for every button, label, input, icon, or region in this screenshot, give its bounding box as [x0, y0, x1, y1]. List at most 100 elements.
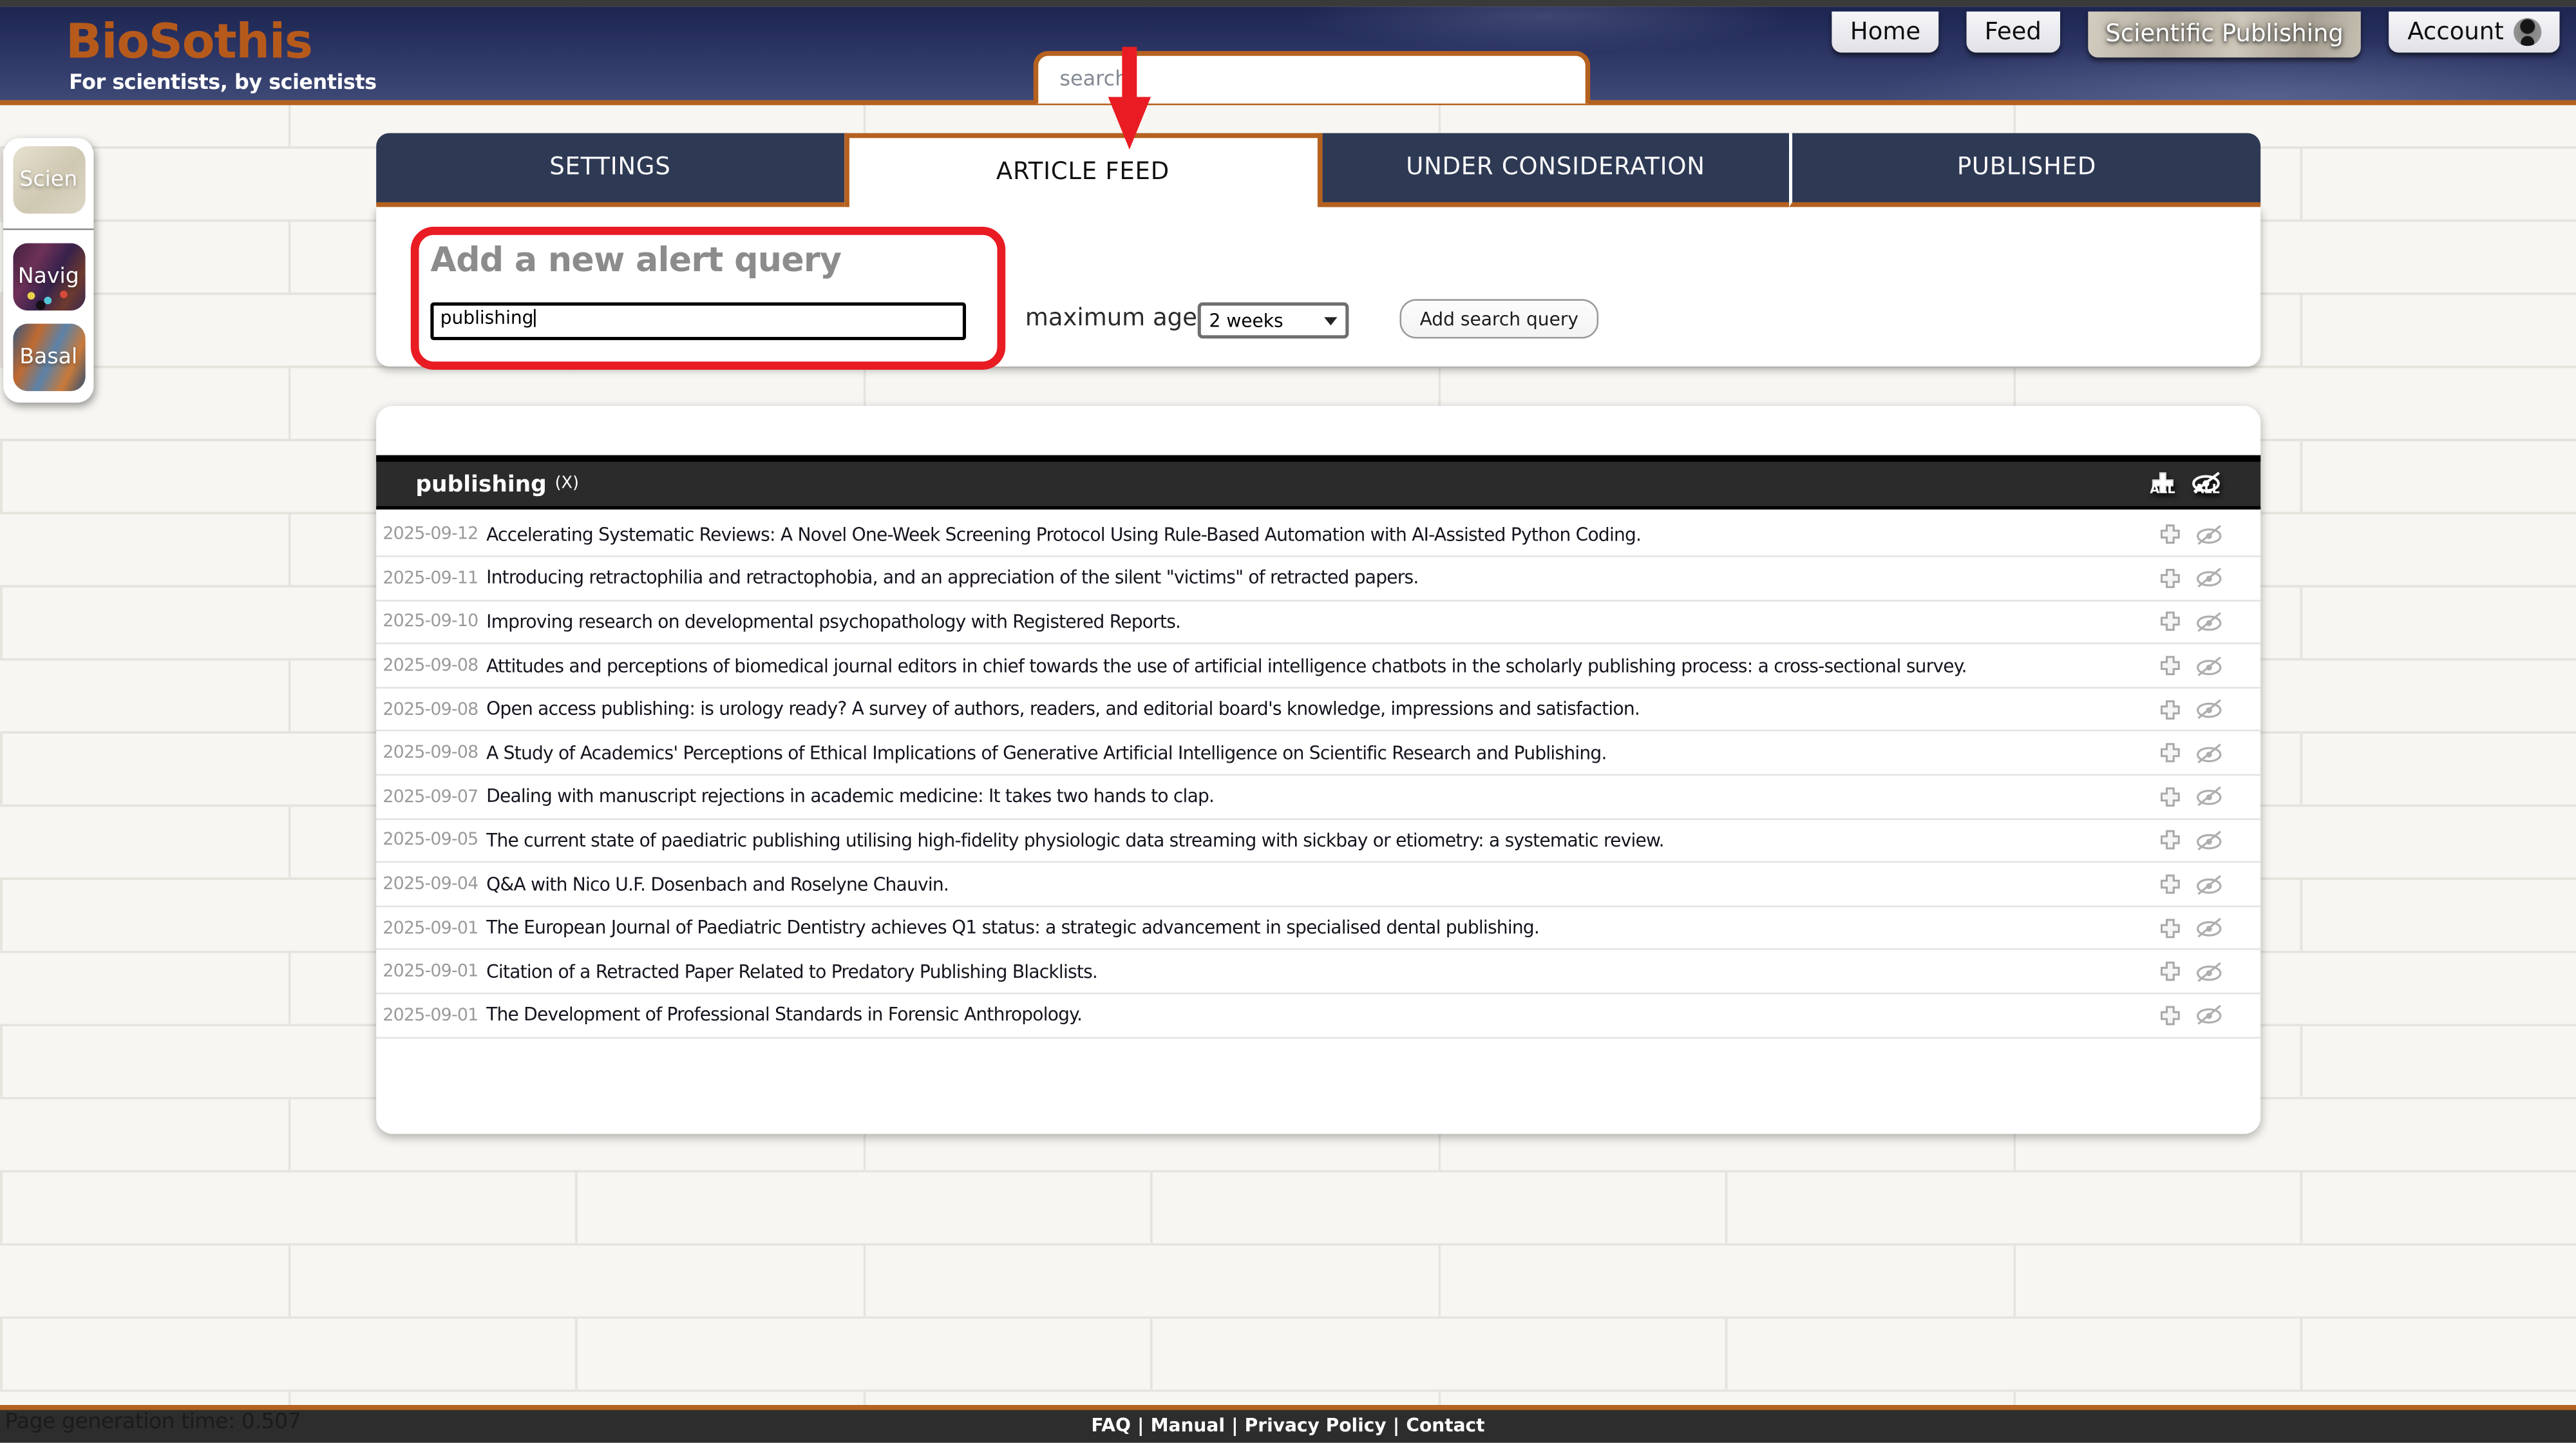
- add-article-icon[interactable]: [2159, 1004, 2182, 1027]
- add-search-query-button[interactable]: Add search query: [1399, 299, 1598, 338]
- article-date: 2025-09-05: [383, 830, 486, 850]
- add-article-icon[interactable]: [2159, 741, 2182, 765]
- add-article-icon[interactable]: [2159, 829, 2182, 852]
- article-row: 2025-09-08 Open access publishing: is ur…: [376, 689, 2260, 732]
- alert-query-input[interactable]: publishing: [430, 302, 966, 340]
- article-row: 2025-09-08 A Study of Academics' Percept…: [376, 732, 2260, 776]
- article-title-link[interactable]: Introducing retractophilia and retractop…: [486, 568, 1418, 589]
- article-actions: [2159, 698, 2224, 721]
- text-caret: [533, 309, 535, 327]
- feed-query-label: publishing: [415, 471, 546, 497]
- add-article-icon[interactable]: [2159, 567, 2182, 590]
- article-actions: [2159, 917, 2224, 940]
- nav-account-button[interactable]: Account: [2389, 12, 2559, 53]
- hide-article-icon[interactable]: [2195, 1005, 2224, 1026]
- hide-article-icon[interactable]: [2195, 830, 2224, 851]
- article-title-link[interactable]: Citation of a Retracted Paper Related to…: [486, 961, 1097, 982]
- article-actions: [2159, 741, 2224, 765]
- article-row: 2025-09-01 The Development of Profession…: [376, 994, 2260, 1038]
- article-title-link[interactable]: Attitudes and perceptions of biomedical …: [486, 655, 1967, 676]
- max-age-selected-value: 2 weeks: [1209, 310, 1283, 331]
- footer-link-privacy-policy[interactable]: Privacy Policy: [1245, 1414, 1387, 1435]
- hide-article-icon[interactable]: [2195, 961, 2224, 982]
- nav-feed-button[interactable]: Feed: [1967, 12, 2060, 53]
- article-title-link[interactable]: The European Journal of Paediatric Denti…: [486, 917, 1539, 939]
- hide-article-icon[interactable]: [2195, 611, 2224, 633]
- hide-article-icon[interactable]: [2195, 786, 2224, 807]
- article-row: 2025-09-01 The European Journal of Paedi…: [376, 907, 2260, 951]
- max-age-select[interactable]: 2 weeks: [1198, 302, 1349, 338]
- add-article-icon[interactable]: [2159, 785, 2182, 808]
- article-title-link[interactable]: The Development of Professional Standard…: [486, 1005, 1082, 1026]
- hide-article-icon[interactable]: [2195, 742, 2224, 763]
- search-placeholder: search: [1059, 65, 1128, 90]
- top-nav: Home Feed Scientific Publishing Account: [1832, 12, 2560, 57]
- article-actions: [2159, 873, 2224, 896]
- article-row: 2025-09-12 Accelerating Systematic Revie…: [376, 513, 2260, 557]
- sidebar-item-navig[interactable]: Navig: [12, 242, 84, 310]
- nav-scientific-publishing-button[interactable]: Scientific Publishing: [2087, 12, 2362, 57]
- tab-under-consideration[interactable]: UNDER CONSIDERATION: [1321, 133, 1789, 207]
- tab-bar: SETTINGS ARTICLE FEED UNDER CONSIDERATIO…: [376, 133, 2260, 207]
- article-date: 2025-09-08: [383, 700, 486, 720]
- article-title-link[interactable]: Q&A with Nico U.F. Dosenbach and Roselyn…: [486, 874, 949, 895]
- alert-form-card: Add a new alert query publishing maximum…: [376, 207, 2260, 365]
- article-title-link[interactable]: Improving research on developmental psyc…: [486, 611, 1180, 633]
- add-article-icon[interactable]: [2159, 917, 2182, 940]
- article-actions: [2159, 785, 2224, 808]
- add-article-icon[interactable]: [2159, 611, 2182, 634]
- feed-header-actions: ALL ALL: [2150, 472, 2224, 496]
- article-title-link[interactable]: The current state of paediatric publishi…: [486, 830, 1664, 851]
- hide-article-icon[interactable]: [2195, 524, 2224, 545]
- article-title-link[interactable]: Open access publishing: is urology ready…: [486, 699, 1640, 720]
- footer-link-manual[interactable]: Manual: [1151, 1414, 1225, 1435]
- max-age-label: maximum age:: [1025, 305, 1206, 332]
- article-row: 2025-09-08 Attitudes and perceptions of …: [376, 645, 2260, 689]
- article-date: 2025-09-12: [383, 525, 486, 545]
- article-date: 2025-09-11: [383, 568, 486, 588]
- add-article-icon[interactable]: [2159, 960, 2182, 983]
- footer-link-contact[interactable]: Contact: [1406, 1414, 1484, 1435]
- article-title-link[interactable]: Accelerating Systematic Reviews: A Novel…: [486, 524, 1641, 545]
- tab-published[interactable]: PUBLISHED: [1790, 133, 2261, 207]
- article-title-link[interactable]: A Study of Academics' Perceptions of Eth…: [486, 742, 1607, 763]
- article-actions: [2159, 1004, 2224, 1027]
- article-date: 2025-09-10: [383, 612, 486, 632]
- add-article-icon[interactable]: [2159, 523, 2182, 546]
- article-actions: [2159, 611, 2224, 634]
- hide-article-icon[interactable]: [2195, 655, 2224, 676]
- tab-article-feed[interactable]: ARTICLE FEED: [844, 133, 1322, 207]
- article-row: 2025-09-07 Dealing with manuscript rejec…: [376, 776, 2260, 819]
- footer-link-faq[interactable]: FAQ: [1091, 1414, 1131, 1435]
- article-actions: [2159, 960, 2224, 983]
- sidebar-item-basal[interactable]: Basal: [12, 324, 84, 392]
- search-input[interactable]: search: [1034, 50, 1591, 103]
- top-edge-bar: [0, 0, 2576, 6]
- hide-all-icon[interactable]: ALL: [2190, 472, 2225, 496]
- article-actions: [2159, 655, 2224, 678]
- article-title-link[interactable]: Dealing with manuscript rejections in ac…: [486, 786, 1214, 807]
- remove-query-button[interactable]: (X): [555, 475, 579, 493]
- sidebar-divider: [3, 227, 93, 229]
- hide-article-icon[interactable]: [2195, 917, 2224, 939]
- footer-links: FAQ|Manual|Privacy Policy|Contact: [0, 1414, 2576, 1435]
- hide-article-icon[interactable]: [2195, 699, 2224, 720]
- alert-form-heading: Add a new alert query: [430, 240, 841, 279]
- add-article-icon[interactable]: [2159, 873, 2182, 896]
- tab-settings[interactable]: SETTINGS: [376, 133, 844, 207]
- article-row: 2025-09-11 Introducing retractophilia an…: [376, 557, 2260, 601]
- add-article-icon[interactable]: [2159, 655, 2182, 678]
- article-list: 2025-09-12 Accelerating Systematic Revie…: [376, 513, 2260, 1038]
- article-row: 2025-09-10 Improving research on develop…: [376, 601, 2260, 645]
- article-actions: [2159, 829, 2224, 852]
- add-all-icon[interactable]: ALL: [2150, 472, 2175, 496]
- site-tagline: For scientists, by scientists: [69, 69, 376, 93]
- sidebar-item-scien[interactable]: Scien: [12, 146, 84, 214]
- site-logo[interactable]: BioSothis: [66, 17, 312, 66]
- feed-results-card: publishing (X) ALL ALL 2025-09-12 Accele…: [376, 406, 2260, 1134]
- hide-article-icon[interactable]: [2195, 874, 2224, 895]
- add-article-icon[interactable]: [2159, 698, 2182, 721]
- nav-home-button[interactable]: Home: [1832, 12, 1938, 53]
- article-date: 2025-09-07: [383, 787, 486, 807]
- hide-article-icon[interactable]: [2195, 568, 2224, 589]
